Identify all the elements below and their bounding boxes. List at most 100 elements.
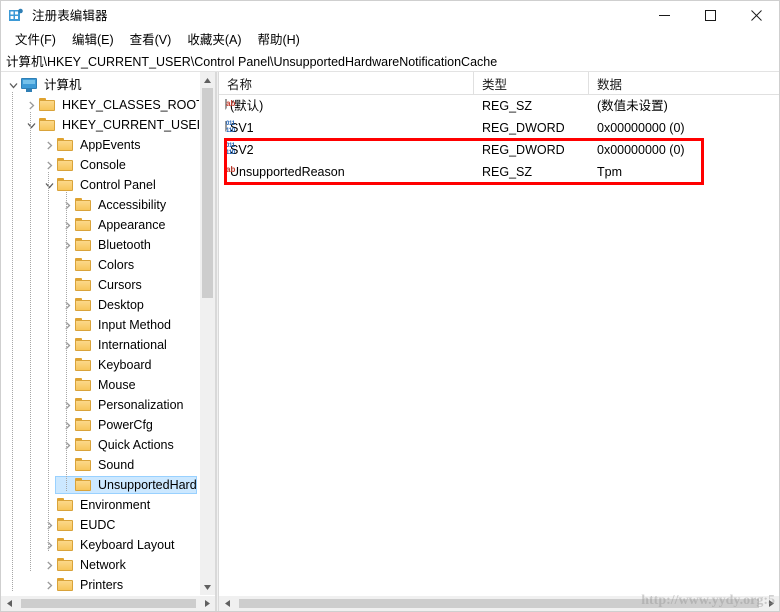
tree-hscroll-track[interactable] — [17, 596, 199, 611]
tree-item-label: Console — [80, 157, 126, 172]
value-data-cell: Tpm — [597, 165, 622, 179]
folder-icon — [75, 458, 93, 472]
table-row[interactable]: ab UnsupportedReason REG_SZ Tpm — [219, 161, 779, 183]
window-controls — [641, 1, 779, 30]
chevron-right-icon[interactable] — [41, 155, 57, 175]
tree-item-label: HKEY_CURRENT_USER — [62, 117, 199, 132]
tree-scroll-right-arrow[interactable] — [199, 596, 215, 611]
list-scroll-left-arrow[interactable] — [219, 596, 235, 611]
tree-scroll-up-arrow[interactable] — [200, 72, 215, 88]
folder-icon — [75, 358, 93, 372]
tree-item-[interactable]: 计算机 — [1, 75, 199, 95]
tree-item-label: Keyboard — [98, 357, 152, 372]
chevron-right-icon[interactable] — [59, 215, 75, 235]
chevron-right-icon[interactable] — [59, 335, 75, 355]
tree-scroll-thumb[interactable] — [202, 88, 213, 298]
chevron-right-icon[interactable] — [59, 395, 75, 415]
value-data-cell: 0x00000000 (0) — [597, 121, 685, 135]
close-button[interactable] — [733, 1, 779, 30]
folder-icon — [57, 158, 75, 172]
registry-tree[interactable]: 计算机 HKEY_CLASSES_ROOT HKEY_CURRENT_USER App… — [1, 72, 199, 595]
chevron-down-icon[interactable] — [41, 175, 57, 195]
menu-edit[interactable]: 编辑(E) — [64, 31, 122, 51]
registry-tree-pane: 计算机 HKEY_CLASSES_ROOT HKEY_CURRENT_USER App… — [1, 72, 216, 611]
values-list[interactable]: ab (默认) REG_SZ (数值未设置) 011 110 SV1 REG_DWORD 0x0… — [219, 95, 779, 183]
tree-item-label: Desktop — [98, 297, 144, 312]
chevron-right-icon[interactable] — [59, 315, 75, 335]
tree-scroll-track[interactable] — [200, 88, 215, 579]
chevron-down-icon[interactable] — [23, 115, 39, 135]
chevron-right-icon[interactable] — [41, 575, 57, 595]
chevron-right-icon[interactable] — [41, 535, 57, 555]
registry-editor-window: 注册表编辑器 文件(F) 编辑(E) 查看(V) 收藏夹(A) 帮助(H) 计算… — [0, 0, 780, 612]
table-row[interactable]: 011 110 SV2 REG_DWORD 0x00000000 (0) — [219, 139, 779, 161]
tree-hscroll-thumb[interactable] — [21, 599, 196, 608]
list-scroll-right-arrow[interactable] — [763, 596, 779, 611]
list-hscroll-thumb[interactable] — [239, 599, 759, 608]
list-horizontal-scrollbar[interactable] — [219, 595, 779, 611]
chevron-right-icon[interactable] — [41, 555, 57, 575]
folder-icon — [57, 558, 75, 572]
table-row[interactable]: 011 110 SV1 REG_DWORD 0x00000000 (0) — [219, 117, 779, 139]
chevron-right-icon[interactable] — [41, 135, 57, 155]
tree-item-label: Accessibility — [98, 197, 167, 212]
tree-item-label: Input Method — [98, 317, 171, 332]
value-type-cell: REG_DWORD — [482, 143, 565, 157]
computer-icon — [21, 78, 39, 92]
folder-icon — [75, 278, 93, 292]
column-header-label: 类型 — [482, 77, 508, 92]
chevron-right-icon[interactable] — [23, 95, 39, 115]
tree-scroll-left-arrow[interactable] — [1, 596, 17, 611]
folder-icon — [75, 438, 93, 452]
main-split: 计算机 HKEY_CLASSES_ROOT HKEY_CURRENT_USER App… — [1, 72, 779, 611]
chevron-right-icon[interactable] — [59, 195, 75, 215]
chevron-right-icon[interactable] — [59, 415, 75, 435]
tree-scroll-down-arrow[interactable] — [200, 579, 215, 595]
menu-favorites[interactable]: 收藏夹(A) — [179, 31, 249, 51]
chevron-right-icon[interactable] — [41, 515, 57, 535]
value-name-label: UnsupportedReason — [230, 165, 345, 179]
column-data[interactable]: 数据 — [589, 72, 769, 94]
tree-item-printers[interactable]: Printers — [1, 575, 199, 595]
tree-item-label: Sound — [98, 457, 135, 472]
folder-icon — [57, 178, 75, 192]
chevron-right-icon[interactable] — [59, 435, 75, 455]
chevron-down-icon[interactable] — [5, 75, 21, 95]
tree-item-label: Cursors — [98, 277, 142, 292]
chevron-right-icon[interactable] — [59, 295, 75, 315]
tree-horizontal-scrollbar[interactable] — [1, 595, 215, 611]
folder-icon — [75, 198, 93, 212]
value-name-cell: ab UnsupportedReason — [219, 163, 474, 181]
minimize-button[interactable] — [641, 1, 687, 30]
tree-item-label: Printers — [80, 577, 124, 592]
values-column-header: 名称 类型 数据 — [219, 72, 779, 95]
table-row[interactable]: ab (默认) REG_SZ (数值未设置) — [219, 95, 779, 117]
folder-icon — [75, 478, 93, 492]
maximize-button[interactable] — [687, 1, 733, 30]
menu-bar: 文件(F) 编辑(E) 查看(V) 收藏夹(A) 帮助(H) — [1, 30, 779, 52]
value-data-cell: 0x00000000 (0) — [597, 143, 685, 157]
tree-vertical-scrollbar[interactable] — [199, 72, 215, 595]
menu-file[interactable]: 文件(F) — [7, 31, 64, 51]
menu-view[interactable]: 查看(V) — [122, 31, 180, 51]
tree-item-label: UnsupportedHard — [98, 477, 197, 492]
address-bar[interactable]: 计算机\HKEY_CURRENT_USER\Control Panel\Unsu… — [1, 52, 779, 72]
registry-editor-icon — [9, 8, 25, 24]
folder-icon — [75, 298, 93, 312]
value-name-cell: 011 110 SV2 — [219, 141, 474, 159]
tree-guide-line — [66, 192, 67, 492]
title-bar: 注册表编辑器 — [1, 1, 779, 30]
menu-help[interactable]: 帮助(H) — [249, 31, 307, 51]
registry-values-pane: 名称 类型 数据 ab (默认) REG_SZ (数值未设置) 011 110 SV1 REG_D… — [219, 72, 779, 611]
column-header-label: 名称 — [227, 77, 253, 92]
folder-icon — [75, 238, 93, 252]
list-hscroll-track[interactable] — [235, 596, 763, 611]
column-name[interactable]: 名称 — [219, 72, 474, 94]
tree-item-label: 计算机 — [44, 77, 82, 92]
column-type[interactable]: 类型 — [474, 72, 589, 94]
chevron-right-icon[interactable] — [59, 235, 75, 255]
